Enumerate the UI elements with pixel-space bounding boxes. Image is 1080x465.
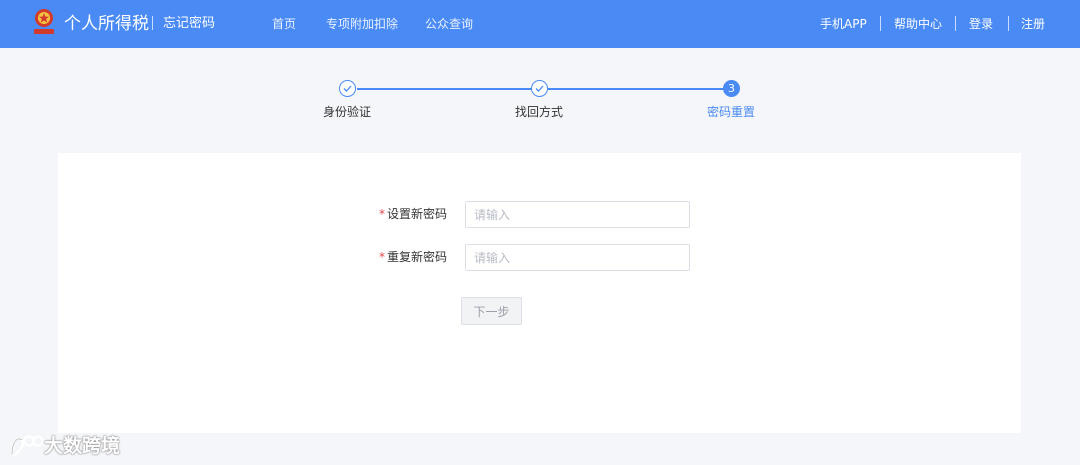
- repeat-password-input[interactable]: [465, 244, 690, 271]
- new-password-label-text: 设置新密码: [386, 207, 447, 221]
- reset-password-panel: * 设置新密码 * 重复新密码 下一步: [58, 153, 1021, 433]
- nav-home[interactable]: 首页: [272, 16, 296, 32]
- register-link[interactable]: 注册: [1021, 16, 1045, 32]
- repeat-password-label-text: 重复新密码: [386, 250, 447, 264]
- nav-special-deduction[interactable]: 专项附加扣除: [326, 16, 398, 32]
- new-password-label: * 设置新密码: [327, 206, 447, 222]
- help-center-link[interactable]: 帮助中心: [894, 16, 942, 32]
- required-mark: *: [378, 207, 385, 221]
- page-subtitle: 忘记密码: [163, 16, 216, 31]
- step-3-label: 密码重置: [706, 105, 755, 119]
- step-1-label: 身份验证: [322, 105, 371, 119]
- title-divider: [152, 16, 153, 30]
- step-1-circle: [339, 80, 356, 97]
- step-2-circle: [531, 80, 548, 97]
- link-divider: [1008, 16, 1009, 31]
- app-title: 个人所得税: [64, 14, 149, 34]
- step-connector: [357, 88, 531, 90]
- top-header: 个人所得税 忘记密码 首页 专项附加扣除 公众查询 手机APP 帮助中心 登录 …: [0, 0, 1080, 48]
- watermark-text: 大数跨境: [44, 435, 121, 457]
- required-mark: *: [378, 250, 385, 264]
- mobile-app-link[interactable]: 手机APP: [820, 16, 867, 32]
- link-divider: [955, 16, 956, 31]
- step-3-number: 3: [723, 80, 740, 97]
- repeat-password-label: * 重复新密码: [327, 249, 447, 265]
- nav-public-query[interactable]: 公众查询: [425, 16, 473, 32]
- step-connector: [548, 88, 723, 90]
- step-2-label: 找回方式: [514, 105, 563, 119]
- next-step-button[interactable]: 下一步: [461, 297, 522, 325]
- login-link[interactable]: 登录: [969, 16, 993, 32]
- check-icon: [343, 85, 352, 92]
- check-icon: [535, 85, 544, 92]
- national-emblem-icon: [34, 9, 54, 34]
- step-progress: 3 身份验证 找回方式 密码重置: [0, 80, 1080, 120]
- watermark-logo-icon: [10, 435, 44, 457]
- new-password-input[interactable]: [465, 201, 690, 228]
- link-divider: [880, 16, 881, 31]
